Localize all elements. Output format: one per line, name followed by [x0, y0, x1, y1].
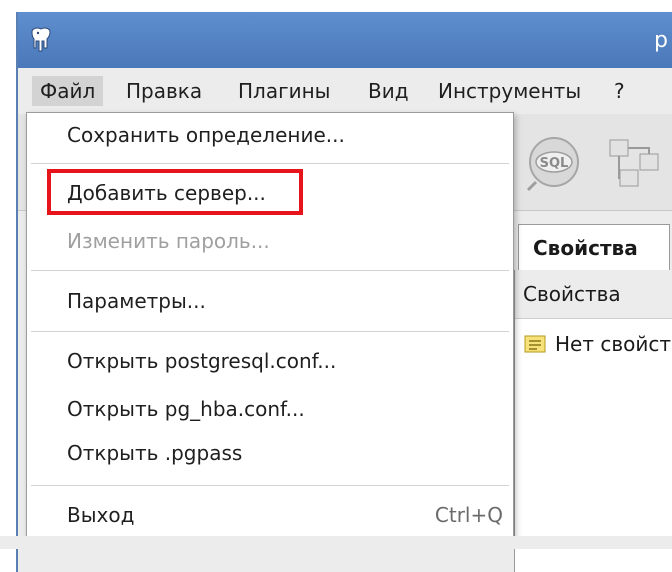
menu-item-shortcut: Ctrl+Q — [434, 503, 503, 527]
elephant-app-icon — [31, 27, 51, 52]
menu-view[interactable]: Вид — [360, 76, 417, 106]
menu-item-label: Открыть postgresql.conf... — [67, 349, 337, 373]
window-title: p — [654, 28, 668, 53]
query-tool-icon[interactable] — [604, 132, 664, 192]
menu-item-open-pg-hba-conf[interactable]: Открыть pg_hba.conf... — [27, 389, 513, 429]
tab-properties[interactable]: Свойства — [518, 224, 670, 271]
highlight-box — [47, 169, 303, 215]
menu-item-change-password: Изменить пароль... — [27, 221, 513, 261]
sql-icon-label: SQL — [540, 156, 569, 171]
properties-empty-row: Нет свойст — [523, 332, 671, 356]
title-bar[interactable]: p — [18, 12, 672, 68]
properties-panel: Свойства Нет свойст — [514, 270, 672, 572]
menu-file[interactable]: Файл — [32, 76, 104, 106]
note-icon — [524, 335, 546, 353]
window-bottom-frame — [0, 536, 672, 549]
menu-item-label: Открыть .pgpass — [67, 441, 243, 465]
menu-separator — [31, 331, 509, 332]
properties-empty-text: Нет свойст — [555, 332, 672, 356]
menu-item-label: Выход — [67, 503, 135, 527]
menu-item-exit[interactable]: Выход Ctrl+Q — [27, 495, 513, 535]
menu-item-label: Параметры... — [67, 289, 206, 313]
menu-item-label: Открыть pg_hba.conf... — [67, 397, 305, 421]
menu-item-save-definition[interactable]: Сохранить определение... — [27, 115, 513, 155]
sql-icon[interactable]: SQL — [524, 132, 584, 192]
properties-header: Свойства — [515, 270, 672, 319]
menu-item-open-pgpass[interactable]: Открыть .pgpass — [27, 433, 513, 473]
menu-item-label: Изменить пароль... — [67, 229, 270, 253]
menu-plugins[interactable]: Плагины — [230, 76, 338, 106]
menu-item-options[interactable]: Параметры... — [27, 281, 513, 321]
file-menu-dropdown: Сохранить определение... Добавить сервер… — [26, 112, 514, 540]
menu-help[interactable]: ? — [606, 76, 633, 106]
menu-bar: Файл Правка Плагины Вид Инструменты ? — [18, 68, 672, 114]
menu-item-label: Сохранить определение... — [67, 123, 345, 147]
menu-separator — [31, 163, 509, 164]
menu-item-open-postgresql-conf[interactable]: Открыть postgresql.conf... — [27, 341, 513, 381]
menu-separator — [31, 270, 509, 271]
menu-edit[interactable]: Правка — [118, 76, 210, 106]
menu-separator — [31, 485, 509, 486]
menu-tools[interactable]: Инструменты — [430, 76, 589, 106]
